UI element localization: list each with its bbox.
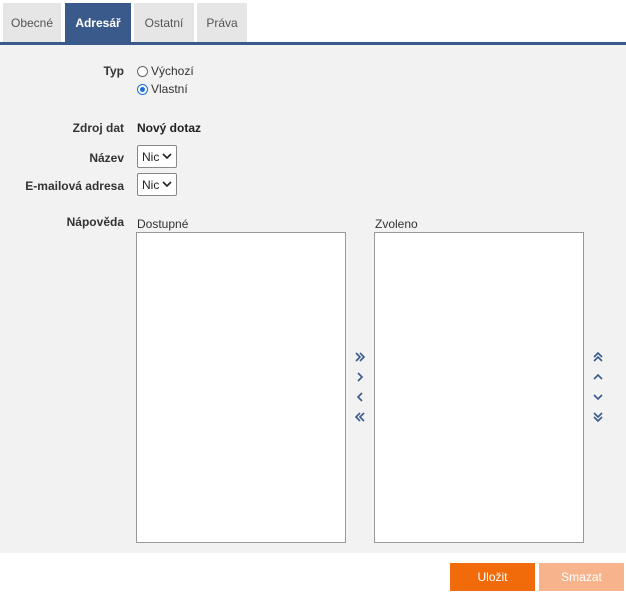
move-down-button[interactable] [591,390,605,404]
delete-button[interactable]: Smazat [539,563,624,591]
available-list[interactable] [136,232,346,543]
nazev-select[interactable]: Nic [137,145,177,168]
chevron-right-icon [357,372,364,382]
double-chevron-left-icon [354,412,365,422]
move-top-button[interactable] [591,350,605,364]
double-chevron-up-icon [593,351,603,362]
move-left-button[interactable] [353,390,367,404]
double-chevron-down-icon [593,412,603,423]
nazev-select-value: Nic [142,149,160,164]
chevron-left-icon [356,392,363,402]
chevron-up-icon [593,373,603,380]
radio-vlastni[interactable]: Vlastní [137,82,188,96]
radio-vychozi[interactable]: Výchozí [137,64,194,78]
chevron-down-icon [162,153,172,160]
napoveda-label: Nápověda [66,215,124,229]
selected-caption: Zvoleno [375,217,418,231]
radio-vychozi-input[interactable] [137,65,148,77]
email-select[interactable]: Nic [137,173,177,196]
chevron-down-icon [593,394,603,401]
email-label: E-mailová adresa [25,179,124,193]
chevron-down-icon [162,181,172,188]
nazev-label: Název [89,151,124,165]
tab-label: Obecné [10,16,54,30]
save-button-label: Uložit [477,570,508,584]
double-chevron-right-icon [355,352,366,362]
typ-label: Typ [103,64,124,78]
tab-label: Práva [206,16,238,30]
move-up-button[interactable] [591,370,605,384]
selected-list[interactable] [374,232,584,543]
tab-label: Ostatní [144,16,184,30]
tab-prava[interactable]: Práva [197,3,247,43]
zdroj-dat-value: Nový dotaz [137,121,202,135]
tab-adresar[interactable]: Adresář [65,3,131,43]
move-all-left-button[interactable] [353,410,367,424]
move-right-button[interactable] [353,370,367,384]
available-caption: Dostupné [137,217,189,231]
tab-label: Adresář [75,16,121,30]
save-button[interactable]: Uložit [450,563,535,591]
delete-button-label: Smazat [561,570,602,584]
zdroj-dat-label: Zdroj dat [72,121,124,135]
move-all-right-button[interactable] [353,350,367,364]
tab-obecne[interactable]: Obecné [3,3,61,43]
move-bottom-button[interactable] [591,410,605,424]
radio-vlastni-input[interactable] [137,83,148,95]
tab-bar: Obecné Adresář Ostatní Práva [0,0,626,46]
radio-vlastni-label: Vlastní [151,82,188,96]
tab-ostatni[interactable]: Ostatní [134,3,194,43]
radio-vychozi-label: Výchozí [151,64,194,78]
email-select-value: Nic [142,177,160,192]
